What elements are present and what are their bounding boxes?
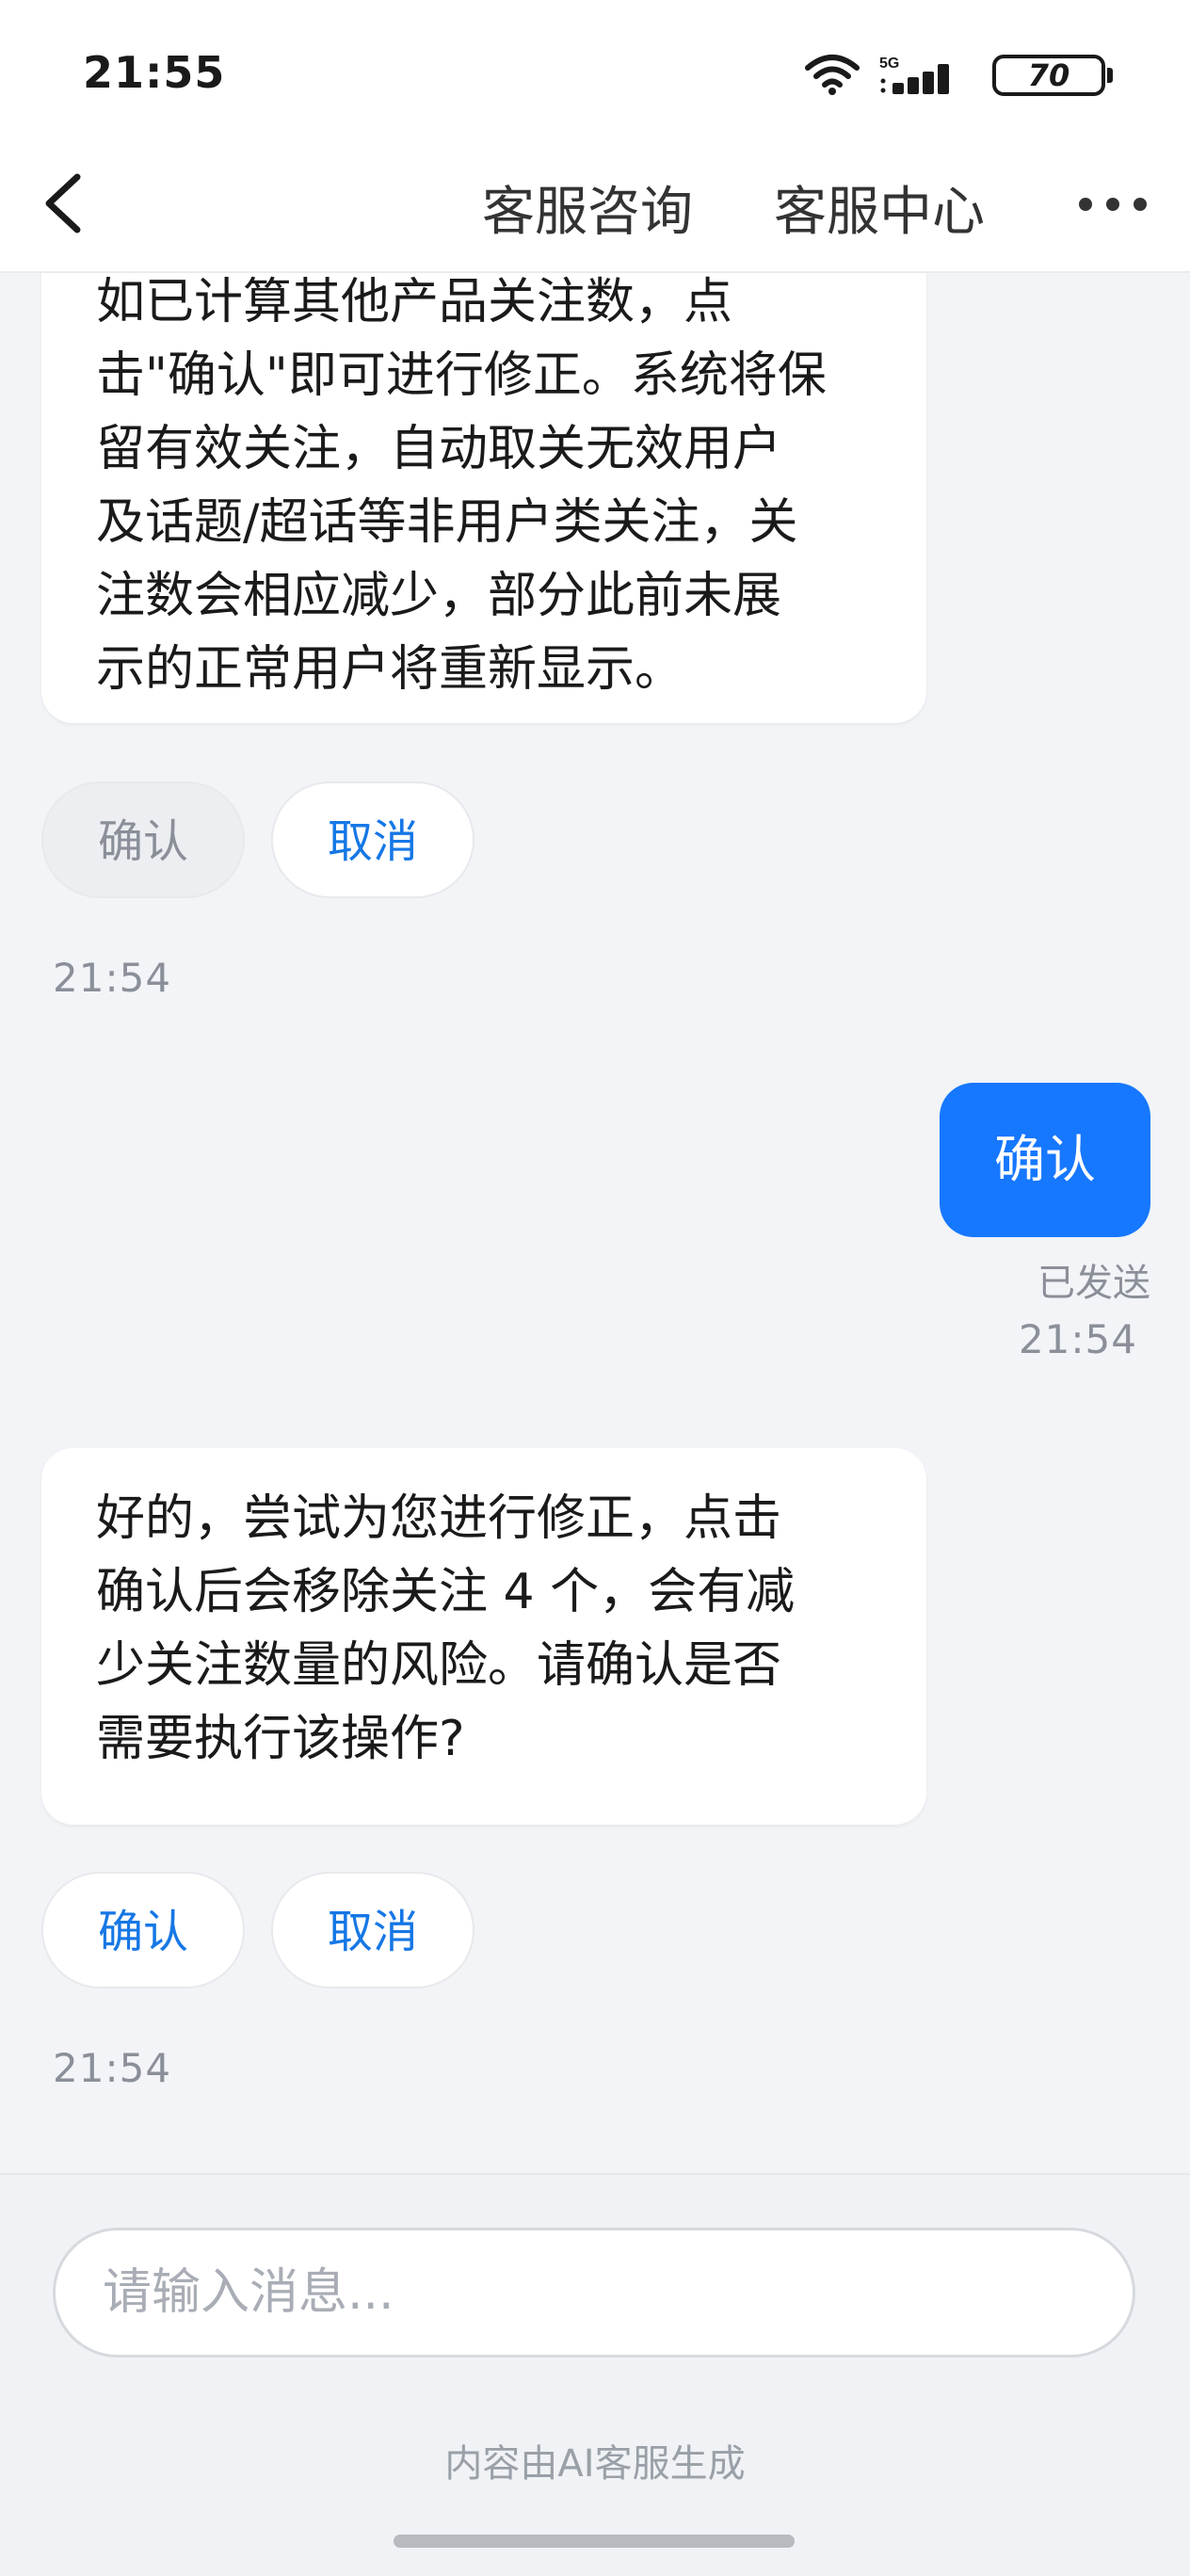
chat-footer: 内容由AI客服生成 <box>0 2173 1190 2576</box>
message-line: 确认后会移除关注 4 个，会有减 <box>96 1564 796 1620</box>
chat-message-list[interactable]: 如已计算其他产品关注数，点 击"确认"即可进行修正。系统将保 留有效关注，自动取… <box>0 273 1190 2173</box>
network-label: 5G <box>879 56 899 72</box>
ai-generated-notice: 内容由AI客服生成 <box>444 2442 746 2486</box>
status-time: 21:55 <box>83 47 226 98</box>
message-line: 注数会相应减少，部分此前未展 <box>96 568 782 624</box>
tab-service-center[interactable]: 客服中心 <box>774 169 985 246</box>
cancel-button[interactable]: 取消 <box>271 781 474 898</box>
message-timestamp: 21:54 <box>53 955 172 1001</box>
message-line: 击"确认"即可进行修正。系统将保 <box>96 347 827 404</box>
message-timestamp: 21:54 <box>53 2045 172 2091</box>
more-options-icon[interactable] <box>1073 190 1152 218</box>
wifi-icon <box>805 55 860 95</box>
user-message-bubble: 确认 <box>940 1083 1150 1237</box>
status-bar: 21:55 5G 70 <box>0 0 1190 143</box>
back-arrow-icon[interactable] <box>34 168 94 239</box>
confirm-button-disabled: 确认 <box>41 781 245 898</box>
message-line: 留有效关注，自动取关无效用户 <box>96 421 782 477</box>
status-icons: 5G 70 <box>710 49 1113 102</box>
message-line: 少关注数量的风险。请确认是否 <box>96 1637 782 1694</box>
home-indicator[interactable] <box>394 2535 795 2548</box>
message-line: 示的正常用户将重新显示。 <box>96 641 684 698</box>
message-line: 及话题/超话等非用户类关注，关 <box>96 494 798 551</box>
battery-icon: 70 <box>992 55 1113 96</box>
agent-message-bubble: 如已计算其他产品关注数，点 击"确认"即可进行修正。系统将保 留有效关注，自动取… <box>41 273 926 723</box>
cancel-button[interactable]: 取消 <box>271 1872 474 1988</box>
message-line: 如已计算其他产品关注数，点 <box>96 274 733 330</box>
sent-status: 已发送 <box>1037 1262 1150 1305</box>
message-line: 需要执行该操作? <box>96 1711 465 1767</box>
confirm-button[interactable]: 确认 <box>41 1872 245 1988</box>
signal-icon: 5G <box>879 56 949 94</box>
agent-message-bubble: 好的，尝试为您进行修正，点击 确认后会移除关注 4 个，会有减 少关注数量的风险… <box>41 1448 926 1825</box>
message-timestamp: 21:54 <box>1018 1316 1137 1362</box>
tab-customer-consult[interactable]: 客服咨询 <box>482 169 693 246</box>
nav-bar: 客服咨询 客服中心 <box>0 143 1190 273</box>
message-line: 好的，尝试为您进行修正，点击 <box>96 1490 782 1547</box>
message-input[interactable] <box>53 2228 1135 2358</box>
